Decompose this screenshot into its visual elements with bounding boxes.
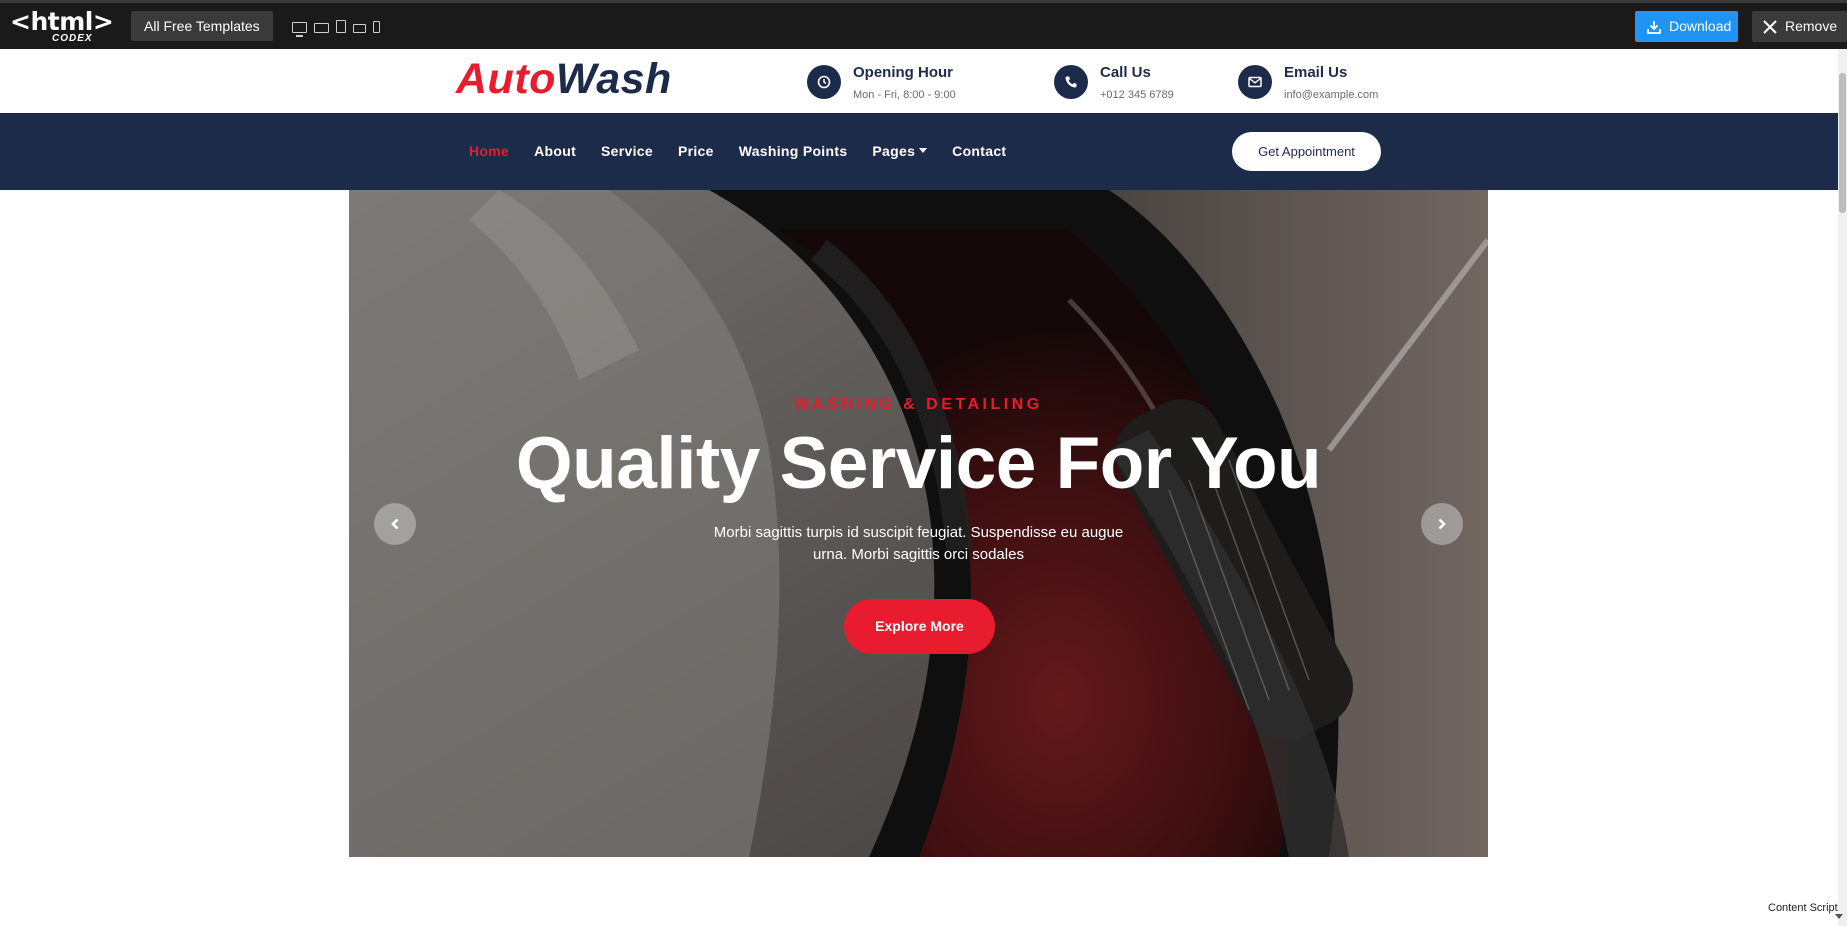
nav-item-about[interactable]: About <box>534 143 576 159</box>
contact-detail: +012 345 6789 <box>1100 89 1174 101</box>
logo-text: <html> <box>10 7 114 36</box>
contact-email: Email Us info@example.com <box>1238 64 1378 101</box>
tablet-icon[interactable] <box>336 20 346 33</box>
caret-down-icon[interactable] <box>1835 914 1843 919</box>
hero-description: Morbi sagittis turpis id suscipit feugia… <box>713 524 1124 563</box>
hero-title: Quality Service For You <box>515 423 1322 504</box>
hero-carousel: WASHING & DETAILING Quality Service For … <box>349 190 1488 857</box>
contact-title: Opening Hour <box>853 64 953 81</box>
carousel-next-button[interactable] <box>1421 503 1463 545</box>
site-header: AutoWash Opening Hour Mon - Fri, 8:00 - … <box>0 49 1838 113</box>
all-templates-button[interactable]: All Free Templates <box>131 11 273 41</box>
content-script-label: Content Script <box>1768 902 1838 914</box>
hero-subtitle: WASHING & DETAILING <box>794 396 1043 413</box>
nav-item-home[interactable]: Home <box>469 143 509 159</box>
contact-detail: info@example.com <box>1284 89 1379 101</box>
clock-icon <box>807 65 841 99</box>
chevron-left-icon <box>391 518 399 530</box>
get-appointment-button[interactable]: Get Appointment <box>1232 132 1381 171</box>
main-navbar: Home About Service Price Washing Points … <box>0 113 1838 190</box>
download-icon <box>1647 20 1661 34</box>
contact-title: Call Us <box>1100 64 1151 81</box>
contact-opening-hour: Opening Hour Mon - Fri, 8:00 - 9:00 <box>807 64 956 101</box>
contact-title: Email Us <box>1284 64 1348 81</box>
phone-icon[interactable] <box>373 21 380 33</box>
tablet-landscape-icon[interactable] <box>353 24 366 33</box>
carousel-prev-button[interactable] <box>374 503 416 545</box>
device-switcher <box>292 20 380 37</box>
explore-more-button[interactable]: Explore More <box>844 599 995 654</box>
scrollbar-thumb[interactable] <box>1839 73 1846 213</box>
desktop-icon[interactable] <box>292 22 307 37</box>
envelope-icon <box>1238 65 1272 99</box>
page-scrollbar[interactable] <box>1838 49 1847 926</box>
nav-item-price[interactable]: Price <box>678 143 714 159</box>
laptop-icon[interactable] <box>314 23 329 33</box>
brand-part-wash: Wash <box>555 55 672 103</box>
contact-detail: Mon - Fri, 8:00 - 9:00 <box>853 89 956 101</box>
download-button[interactable]: Download <box>1635 11 1738 42</box>
nav-item-pages[interactable]: Pages <box>872 143 928 159</box>
contact-call: Call Us +012 345 6789 <box>1054 64 1174 101</box>
remove-button[interactable]: Remove <box>1752 11 1847 42</box>
chevron-right-icon <box>1438 518 1446 530</box>
nav-links: Home About Service Price Washing Points … <box>469 143 1006 159</box>
nav-item-washing-points[interactable]: Washing Points <box>739 143 848 159</box>
preview-toolbar: <html> CODEX All Free Templates Download… <box>0 0 1847 49</box>
caret-down-icon <box>919 147 928 153</box>
nav-item-pages-label: Pages <box>872 143 916 159</box>
htmlcodex-logo[interactable]: <html> CODEX <box>10 7 114 44</box>
remove-label: Remove <box>1785 18 1838 34</box>
logo-subtext: CODEX <box>52 33 93 44</box>
nav-item-service[interactable]: Service <box>601 143 653 159</box>
brand-part-auto: Auto <box>456 55 556 103</box>
close-icon <box>1763 19 1777 34</box>
phone-icon <box>1054 65 1088 99</box>
download-label: Download <box>1669 18 1732 34</box>
brand-logo[interactable]: AutoWash <box>456 55 672 104</box>
nav-item-contact[interactable]: Contact <box>952 143 1006 159</box>
